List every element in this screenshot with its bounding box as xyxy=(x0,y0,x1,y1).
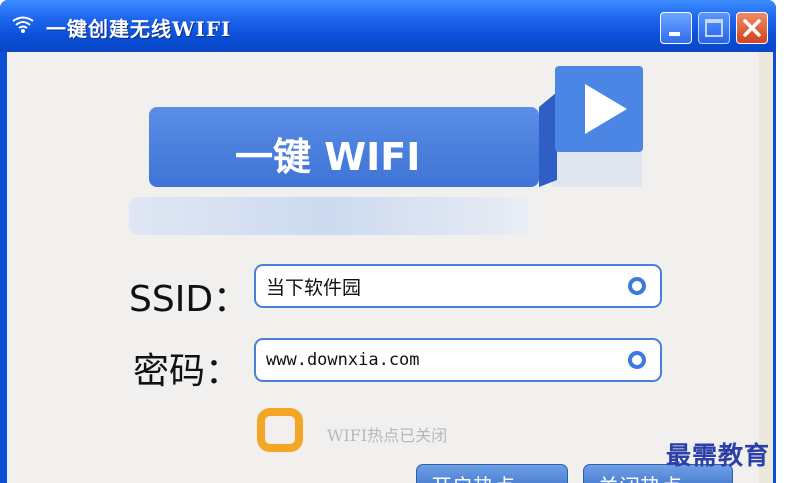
watermark: 最需教育 xyxy=(666,441,771,470)
app-window: 一键创建无线WIFI 一键 WIFI SSID： 当下软件园 密码： www.d… xyxy=(0,0,776,483)
ring-icon xyxy=(628,277,646,295)
maximize-button[interactable] xyxy=(698,12,730,44)
ring-icon xyxy=(628,351,646,369)
window-title: 一键创建无线WIFI xyxy=(46,17,232,41)
password-input[interactable] xyxy=(266,346,616,374)
ssid-input[interactable] xyxy=(266,272,616,300)
password-field[interactable] xyxy=(254,338,662,382)
minimize-button[interactable] xyxy=(660,12,692,44)
password-label: 密码： xyxy=(133,351,242,392)
right-edge-strip xyxy=(759,52,773,483)
close-button[interactable] xyxy=(736,12,768,44)
minimize-icon xyxy=(669,32,680,36)
hotspot-status-text: WIFI热点已关闭 xyxy=(327,426,448,445)
maximize-icon xyxy=(705,19,723,37)
ssid-field[interactable] xyxy=(254,264,662,308)
title-bar[interactable]: 一键创建无线WIFI xyxy=(0,0,776,52)
hotspot-status-icon xyxy=(257,408,303,452)
banner-text: 一键 WIFI xyxy=(235,135,421,179)
ssid-label: SSID： xyxy=(129,279,250,320)
client-area: 一键 WIFI SSID： 密码： WIFI热点已关闭 开启热点 关闭热点 xyxy=(7,52,773,483)
close-icon xyxy=(743,19,761,37)
open-hotspot-button[interactable]: 开启热点 xyxy=(416,464,568,483)
wifi-app-icon xyxy=(12,16,34,33)
